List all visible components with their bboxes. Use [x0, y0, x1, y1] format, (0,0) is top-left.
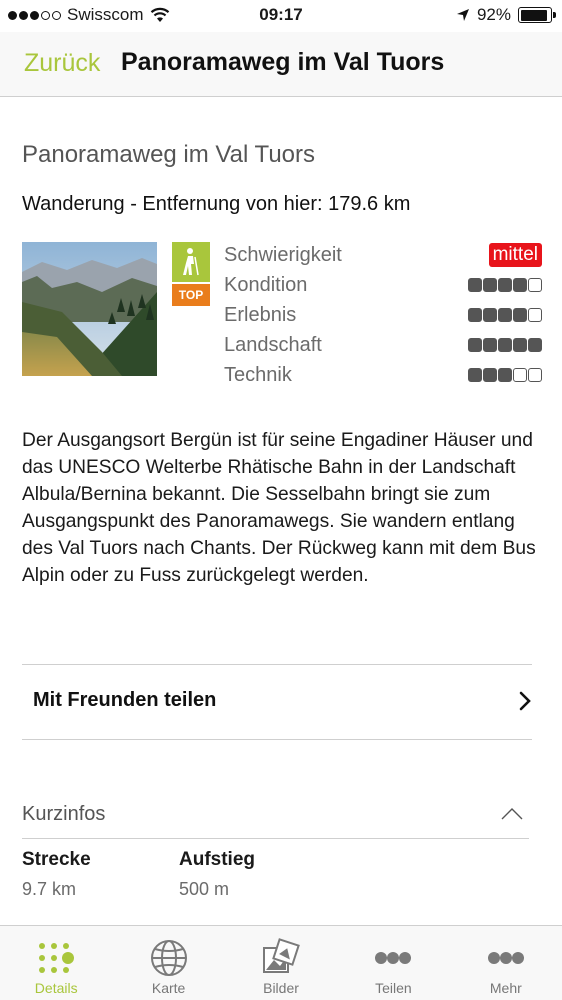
battery-percent: 92%	[476, 5, 511, 24]
difficulty-row: Schwierigkeit mittel	[224, 240, 542, 270]
tab-details[interactable]: Details	[0, 926, 112, 1000]
rating-square-filled	[468, 338, 482, 352]
tab-karte[interactable]: Karte	[112, 926, 224, 1000]
details-icon	[39, 943, 75, 973]
rating-square-filled	[513, 338, 527, 352]
rating-square-filled	[498, 278, 512, 292]
fact-distance: Strecke 9.7 km	[22, 849, 179, 900]
fact-value: 500 m	[179, 879, 230, 899]
tab-mehr[interactable]: Mehr	[450, 926, 562, 1000]
ratings-list: Schwierigkeit mittel Kondition Erlebnis …	[224, 240, 542, 390]
globe-icon	[150, 940, 187, 976]
tab-label: Bilder	[263, 980, 299, 996]
rating-square-filled	[483, 308, 497, 322]
more-icon	[487, 952, 524, 964]
chevron-up-icon[interactable]	[500, 807, 524, 821]
detail-content[interactable]: Panoramaweg im Val Tuors Wanderung - Ent…	[0, 97, 562, 925]
rating-square-filled	[498, 338, 512, 352]
kurzinfos-header[interactable]: Kurzinfos	[22, 797, 529, 839]
battery-icon	[518, 7, 556, 23]
rating-label: Technik	[224, 363, 292, 386]
chevron-right-icon	[519, 691, 531, 711]
top-badge: TOP	[172, 284, 210, 306]
fact-ascent: Aufstieg 500 m	[179, 849, 336, 900]
tab-bilder[interactable]: Bilder	[225, 926, 337, 1000]
share-dots-icon	[375, 952, 412, 964]
rating-label: Kondition	[224, 273, 308, 296]
share-with-friends-row[interactable]: Mit Freunden teilen	[22, 664, 532, 740]
route-photo[interactable]	[22, 242, 157, 376]
route-description: Der Ausgangsort Bergün ist für seine Eng…	[22, 430, 536, 586]
rating-label: Landschaft	[224, 333, 322, 356]
navigation-bar: Zurück Panoramaweg im Val Tuors	[0, 32, 562, 97]
rating-row: Erlebnis	[224, 300, 542, 330]
nav-title: Panoramaweg im Val Tuors	[121, 48, 445, 76]
rating-square-filled	[483, 338, 497, 352]
fact-label: Aufstieg	[179, 849, 255, 870]
landscape-image	[22, 242, 157, 376]
rating-square-empty	[528, 308, 542, 322]
fact-label: Strecke	[22, 849, 91, 870]
rating-label: Erlebnis	[224, 303, 297, 326]
pictures-icon	[263, 938, 300, 973]
difficulty-badge: mittel	[488, 243, 542, 267]
rating-squares	[468, 308, 542, 322]
hiking-icon	[172, 242, 210, 282]
tab-label: Teilen	[375, 980, 412, 996]
rating-square-filled	[528, 338, 542, 352]
rating-square-filled	[468, 368, 482, 382]
route-subtitle: Wanderung - Entfernung von hier: 179.6 k…	[22, 193, 411, 215]
tab-label: Details	[34, 980, 78, 996]
rating-label: Schwierigkeit	[224, 243, 342, 266]
rating-square-empty	[528, 368, 542, 382]
tab-teilen[interactable]: Teilen	[337, 926, 449, 1000]
rating-square-filled	[498, 368, 512, 382]
rating-row: Kondition	[224, 270, 542, 300]
fact-value: 9.7 km	[22, 879, 77, 899]
rating-square-filled	[513, 308, 527, 322]
rating-square-empty	[528, 278, 542, 292]
rating-square-empty	[513, 368, 527, 382]
rating-square-filled	[513, 278, 527, 292]
tab-bar: Details Karte Bilder Teilen Mehr	[0, 925, 562, 1000]
rating-row: Technik	[224, 360, 542, 390]
rating-square-filled	[483, 368, 497, 382]
page-title: Panoramaweg im Val Tuors	[22, 141, 316, 168]
status-right: 92%	[456, 5, 556, 25]
back-button[interactable]: Zurück	[24, 49, 100, 78]
rating-row: Landschaft	[224, 330, 542, 360]
tab-label: Karte	[151, 980, 186, 996]
share-label: Mit Freunden teilen	[33, 689, 217, 711]
status-bar: Swisscom 09:17 92%	[0, 0, 562, 32]
rating-square-filled	[483, 278, 497, 292]
tab-label: Mehr	[489, 980, 522, 996]
location-arrow-icon	[456, 9, 469, 21]
rating-square-filled	[468, 308, 482, 322]
route-badges: TOP	[172, 242, 210, 306]
kurzinfos-facts: Strecke 9.7 km Aufstieg 500 m	[22, 849, 336, 900]
rating-squares	[468, 368, 542, 382]
kurzinfos-label: Kurzinfos	[22, 803, 106, 825]
rating-square-filled	[498, 308, 512, 322]
rating-squares	[468, 338, 542, 352]
rating-squares	[468, 278, 542, 292]
rating-square-filled	[468, 278, 482, 292]
